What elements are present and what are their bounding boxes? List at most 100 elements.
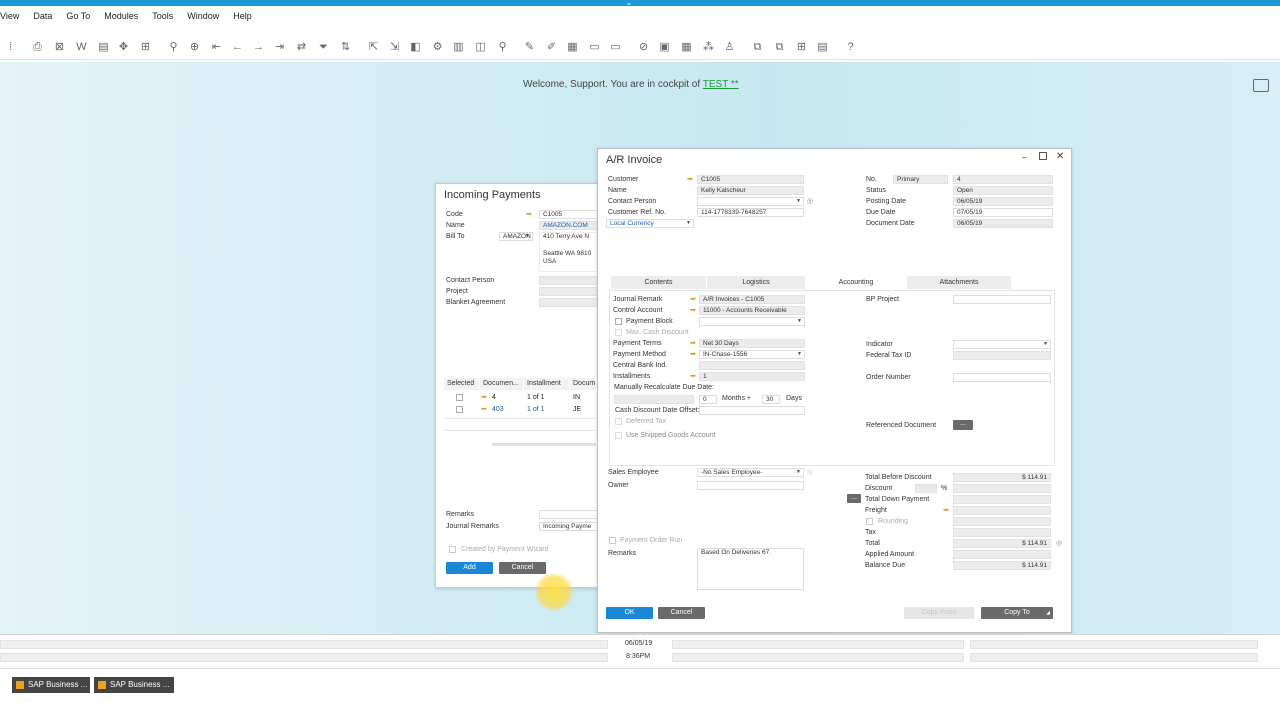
folder-icon[interactable] <box>1253 79 1269 92</box>
contact-person-field[interactable] <box>539 276 599 285</box>
refresh-icon[interactable]: ⇄ <box>295 41 308 54</box>
col-document[interactable]: Documen... <box>480 378 524 390</box>
code-field[interactable]: C1005 <box>539 210 599 219</box>
row-link-arrow-icon[interactable]: ➡ <box>481 406 489 413</box>
tab-logistics[interactable]: Logistics <box>707 276 805 289</box>
add-button[interactable]: Add <box>446 562 493 574</box>
bill-to-address[interactable]: 410 Terry Ave N Seattle WA 9810 USA <box>539 232 599 272</box>
settings-icon[interactable]: ⚙ <box>431 41 444 54</box>
copy-to-button[interactable]: Copy To ◢ <box>981 607 1053 619</box>
customer-ref-field[interactable]: 114-1778339-7648257 <box>697 208 804 217</box>
columns-icon[interactable]: ◫ <box>474 41 487 54</box>
code-link-arrow-icon[interactable]: ➡ <box>526 211 534 218</box>
ok-button[interactable]: OK <box>606 607 653 619</box>
bp-project-field[interactable] <box>953 295 1051 304</box>
add-icon[interactable]: ⊕ <box>188 41 201 54</box>
query-icon[interactable]: ▤ <box>816 41 829 54</box>
series-select[interactable]: Primary <box>893 175 948 184</box>
minimize-icon[interactable]: – <box>1022 152 1027 162</box>
target-document-icon[interactable]: ⇲ <box>388 41 401 54</box>
maximize-icon[interactable] <box>1039 152 1047 160</box>
table-scrollbar[interactable] <box>492 443 596 446</box>
contact-info-icon[interactable]: ◎ <box>807 197 813 205</box>
tab-accounting[interactable]: Accounting <box>806 276 906 289</box>
name-field[interactable]: Kelly Kalscheur <box>697 186 804 195</box>
tab-contents[interactable]: Contents <box>611 276 706 289</box>
tab-attachments[interactable]: Attachments <box>907 276 1011 289</box>
payment-terms-arrow-icon[interactable]: ➡ <box>690 340 698 347</box>
customer-link-arrow-icon[interactable]: ➡ <box>687 176 695 183</box>
calculator-icon[interactable]: ▦ <box>680 41 693 54</box>
form-icon[interactable]: ▦ <box>566 41 579 54</box>
menu-window[interactable]: Window <box>187 11 219 21</box>
previous-record-icon[interactable]: ← <box>231 41 244 54</box>
word-icon[interactable]: W <box>75 41 88 54</box>
user-group-icon[interactable]: ⁂ <box>702 41 715 54</box>
payment-block-checkbox[interactable] <box>615 318 622 325</box>
layout-icon[interactable]: ⊞ <box>139 41 152 54</box>
order-number-field[interactable] <box>953 373 1051 382</box>
freight-arrow-icon[interactable]: ➡ <box>943 507 951 514</box>
close-icon[interactable]: ✕ <box>1056 151 1064 162</box>
calendar-icon[interactable]: ▣ <box>658 41 671 54</box>
filter-icon[interactable]: ⏷ <box>317 41 330 54</box>
find-small-icon[interactable]: ⚲ <box>496 41 509 54</box>
journal-link-arrow-icon[interactable]: ➡ <box>690 296 698 303</box>
user-icon[interactable]: ♙ <box>723 41 736 54</box>
row-select-checkbox[interactable] <box>456 394 463 401</box>
discount-percent-field[interactable] <box>915 484 937 493</box>
currency-select[interactable]: Local Currency ▼ <box>606 219 694 228</box>
contact-person-select[interactable]: ▼ <box>697 197 804 206</box>
lock-icon[interactable]: ⊞ <box>795 41 808 54</box>
move-icon[interactable]: ✥ <box>117 41 130 54</box>
row-select-checkbox[interactable] <box>456 406 463 413</box>
menu-goto[interactable]: Go To <box>66 11 90 21</box>
freight-field[interactable] <box>953 506 1051 515</box>
menu-modules[interactable]: Modules <box>104 11 138 21</box>
cockpit-link[interactable]: TEST ** <box>703 79 739 90</box>
payment-block-reason[interactable]: ▼ <box>699 317 805 326</box>
total-down-payment-button[interactable]: ... <box>847 494 861 503</box>
menu-data[interactable]: Data <box>33 11 52 21</box>
window-icon[interactable]: ⧉ <box>751 41 764 54</box>
remarks-field[interactable]: Based On Deliveries 67. <box>697 548 804 590</box>
federal-tax-id-field[interactable] <box>953 351 1051 360</box>
col-doc-type[interactable]: Docum <box>570 378 596 390</box>
window-tile-icon[interactable]: ⧉ <box>773 41 786 54</box>
message-send-icon[interactable]: ▭ <box>609 41 622 54</box>
name-field[interactable]: AMAZON.COM <box>539 221 599 230</box>
row-link-arrow-icon[interactable]: ➡ <box>481 394 489 401</box>
installments-arrow-icon[interactable]: ➡ <box>690 373 698 380</box>
print-icon[interactable]: ⎙ <box>31 41 44 54</box>
customer-field[interactable]: C1005 <box>697 175 804 184</box>
menu-view[interactable]: View <box>0 11 19 21</box>
last-record-icon[interactable]: ⇥ <box>273 41 286 54</box>
days-field[interactable]: 30 <box>762 395 780 404</box>
payment-terms-field[interactable]: Net 30 Days <box>699 339 805 348</box>
journal-remarks-field[interactable]: Incoming Payme <box>539 522 599 531</box>
alert-icon[interactable]: ⊘ <box>637 41 650 54</box>
edit-icon[interactable]: ✎ <box>523 41 536 54</box>
indicator-select[interactable]: ▼ <box>953 340 1051 349</box>
find-icon[interactable]: ⚲ <box>167 41 180 54</box>
cancel-button[interactable]: Cancel <box>499 562 546 574</box>
menu-help[interactable]: Help <box>233 11 252 21</box>
menu-tools[interactable]: Tools <box>152 11 173 21</box>
installments-field[interactable]: 1 <box>699 372 805 381</box>
base-document-icon[interactable]: ⇱ <box>367 41 380 54</box>
referenced-document-button[interactable]: ... <box>953 420 973 430</box>
col-installment[interactable]: Installment <box>524 378 570 390</box>
drag-relate-icon[interactable]: ◧ <box>409 41 422 54</box>
payment-method-select[interactable]: IN-Chase-1556 ▼ <box>699 350 805 359</box>
bill-to-select[interactable]: AMAZON ▼ <box>499 232 533 241</box>
due-date-field[interactable]: 07/05/19 <box>953 208 1053 217</box>
gross-profit-icon[interactable]: ▥ <box>452 41 465 54</box>
recalc-due-date-select[interactable] <box>614 395 694 404</box>
pdf-icon[interactable]: ▤ <box>97 41 110 54</box>
excel-icon[interactable]: ⊠ <box>53 41 66 54</box>
cash-discount-offset-field[interactable] <box>699 406 805 415</box>
doc-number-field[interactable]: 4 <box>953 175 1053 184</box>
document-edit-icon[interactable]: ✐ <box>545 41 558 54</box>
remarks-field[interactable] <box>539 510 599 519</box>
sort-icon[interactable]: ⇅ <box>339 41 352 54</box>
